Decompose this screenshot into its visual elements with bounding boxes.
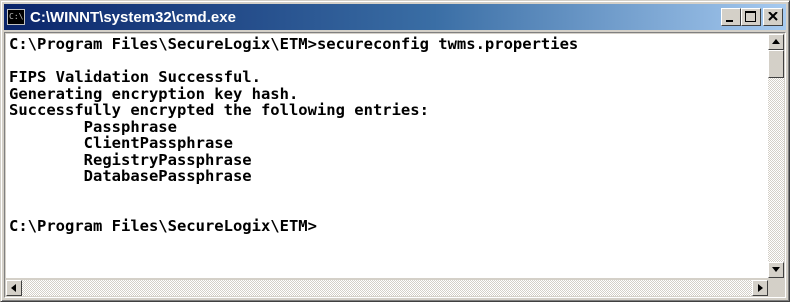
title-bar[interactable]: C:\ C:\WINNT\system32\cmd.exe [4,4,786,30]
scroll-down-button[interactable] [768,262,784,278]
console-line: RegistryPassphrase [9,150,252,169]
console-line: FIPS Validation Successful. [9,68,261,86]
console-icon[interactable]: C:\ [7,9,25,25]
console-prompt: C:\Program Files\SecureLogix\ETM> [9,216,317,235]
window-title: C:\WINNT\system32\cmd.exe [30,8,236,26]
console-line: DatabasePassphrase [9,167,252,185]
console-client-area: C:\Program Files\SecureLogix\ETM>securec… [4,32,786,298]
arrow-right-icon [758,284,763,292]
minimize-button[interactable] [721,8,741,26]
vertical-scrollbar[interactable] [768,34,784,278]
scroll-left-button[interactable] [6,280,22,296]
scroll-right-button[interactable] [752,280,768,296]
console-output[interactable]: C:\Program Files\SecureLogix\ETM>securec… [6,34,768,278]
scroll-up-button[interactable] [768,34,784,50]
cmd-window: C:\ C:\WINNT\system32\cmd.exe C:\Program… [0,0,790,302]
arrow-down-icon [772,267,780,272]
arrow-left-icon [11,284,16,292]
arrow-up-icon [772,39,780,44]
console-line: Successfully encrypted the following ent… [9,101,429,119]
console-line: C:\Program Files\SecureLogix\ETM>securec… [9,35,579,53]
close-icon [768,12,778,21]
vertical-scroll-thumb[interactable] [768,50,784,78]
console-line: Passphrase [9,117,177,136]
window-controls [721,8,783,26]
console-line: Generating encryption key hash. [9,84,299,103]
maximize-button[interactable] [741,8,761,26]
scrollbar-corner [768,280,784,296]
close-button[interactable] [763,8,783,26]
console-line: ClientPassphrase [9,134,233,152]
horizontal-scrollbar[interactable] [6,280,768,296]
